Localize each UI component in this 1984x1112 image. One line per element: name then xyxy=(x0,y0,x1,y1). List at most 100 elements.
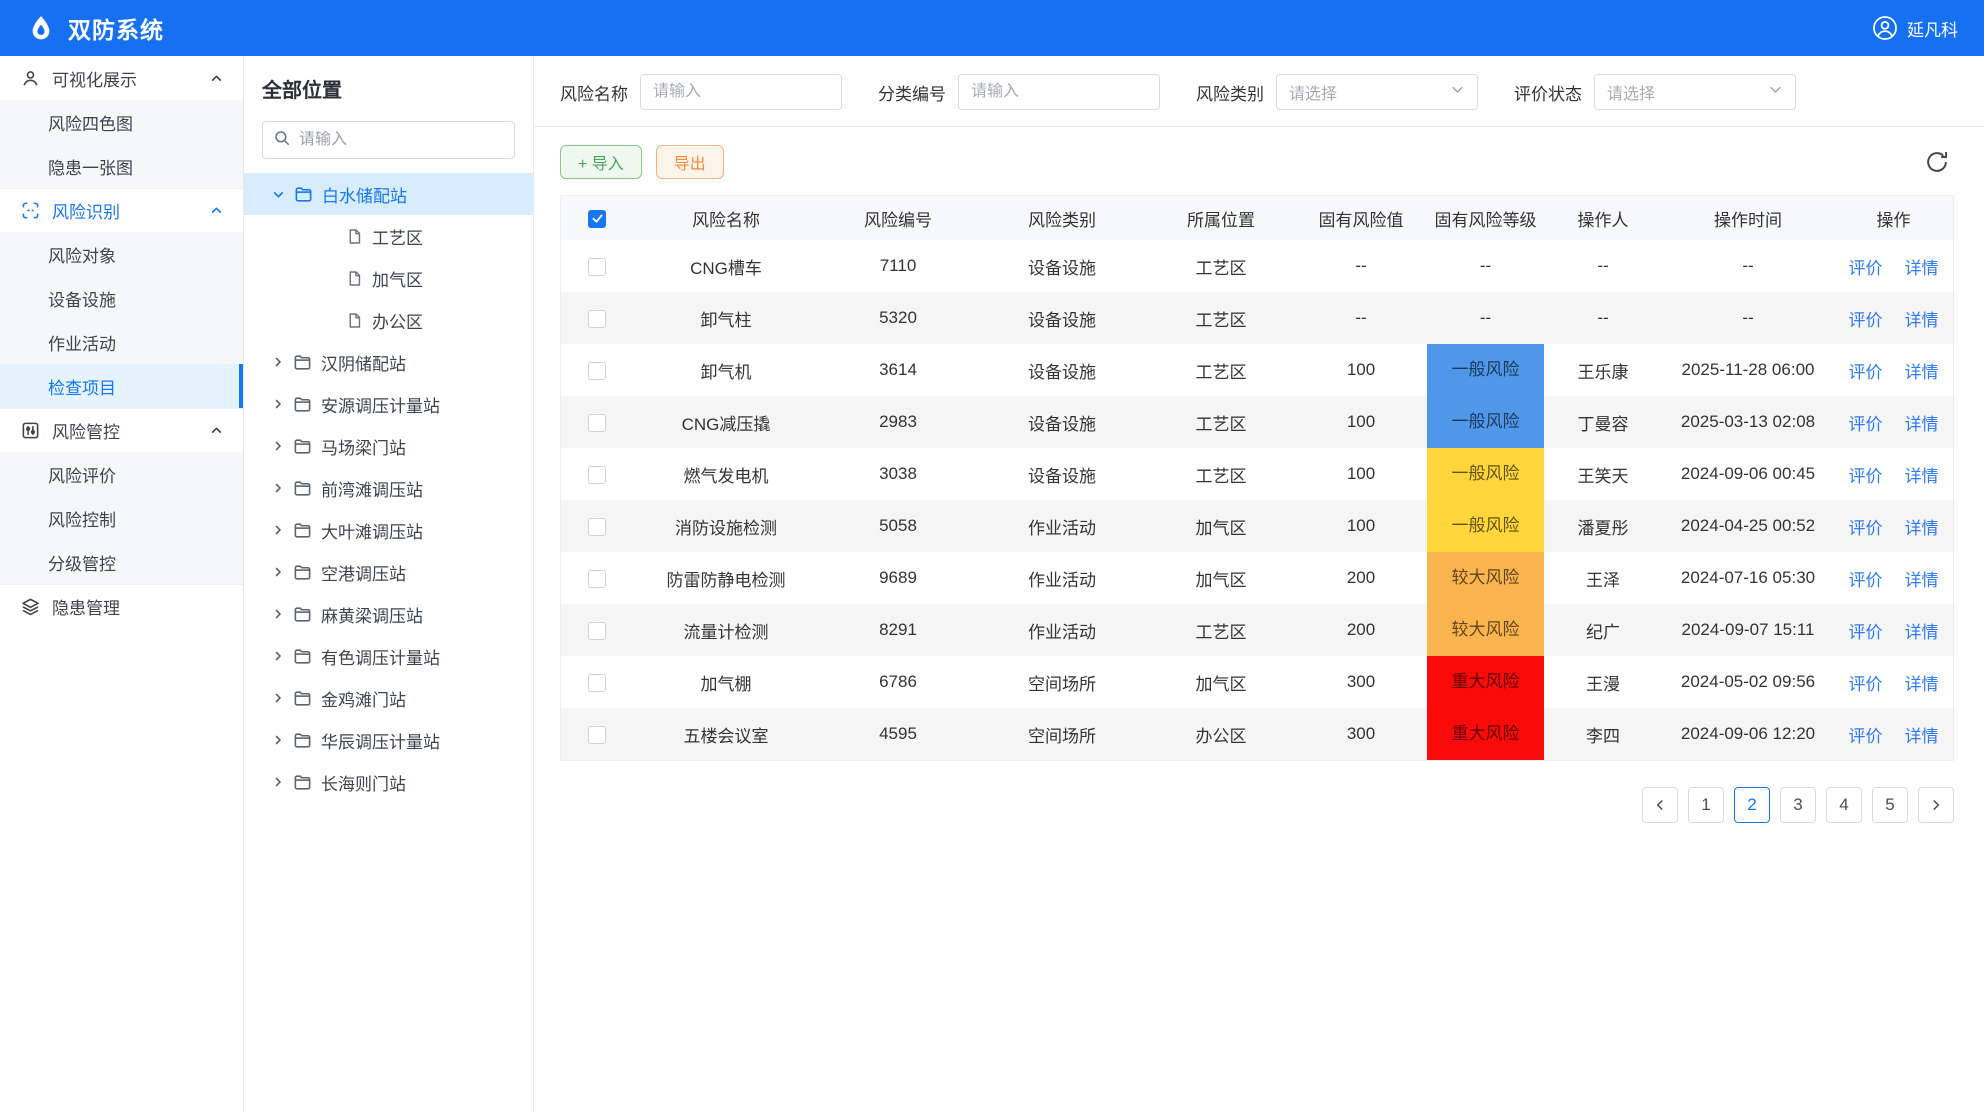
main-content: 风险名称分类编号风险类别请选择评价状态请选择 + 导入 导出 风险名称风险编号风… xyxy=(534,56,1984,1112)
detail-link[interactable]: 详情 xyxy=(1905,311,1939,330)
select-placeholder: 请选择 xyxy=(1289,80,1337,104)
sidebar-group-0[interactable]: 可视化展示 xyxy=(0,56,243,100)
chevron-up-icon xyxy=(210,204,223,217)
detail-link[interactable]: 详情 xyxy=(1905,415,1939,434)
tree-leaf-2[interactable]: 办公区 xyxy=(244,299,533,341)
cell-code: 6786 xyxy=(819,656,977,708)
tree-station-3[interactable]: 前湾滩调压站 xyxy=(244,467,533,509)
evaluate-link[interactable]: 评价 xyxy=(1849,623,1883,642)
sidebar-item-2-1[interactable]: 风险控制 xyxy=(0,496,243,540)
detail-link[interactable]: 详情 xyxy=(1905,623,1939,642)
tree-leaf-0[interactable]: 工艺区 xyxy=(244,215,533,257)
chevron-up-icon xyxy=(210,72,223,85)
page-button-1[interactable]: 1 xyxy=(1688,787,1724,823)
sidebar-item-1-0[interactable]: 风险对象 xyxy=(0,232,243,276)
filter-select-2[interactable]: 请选择 xyxy=(1276,74,1478,110)
evaluate-link[interactable]: 评价 xyxy=(1849,675,1883,694)
flame-logo-icon xyxy=(26,13,56,43)
tree-node-root[interactable]: 白水储配站 xyxy=(244,173,533,215)
evaluate-link[interactable]: 评价 xyxy=(1849,519,1883,538)
refresh-button[interactable] xyxy=(1920,145,1954,179)
detail-link[interactable]: 详情 xyxy=(1905,571,1939,590)
evaluate-link[interactable]: 评价 xyxy=(1849,415,1883,434)
evaluate-link[interactable]: 评价 xyxy=(1849,363,1883,382)
table-row: CNG减压撬2983设备设施工艺区100一般风险丁曼容2025-03-13 02… xyxy=(561,396,1953,448)
risk-table-wrap: 风险名称风险编号风险类别所属位置固有风险值固有风险等级操作人操作时间操作 CNG… xyxy=(560,195,1954,761)
cell-name: 流量计检测 xyxy=(633,604,819,656)
detail-link[interactable]: 详情 xyxy=(1905,467,1939,486)
cell-time: 2024-04-25 00:52 xyxy=(1662,500,1834,552)
filter-input-1[interactable] xyxy=(958,74,1160,110)
tree-station-8[interactable]: 金鸡滩门站 xyxy=(244,677,533,719)
row-checkbox[interactable] xyxy=(588,466,606,484)
user-menu[interactable]: 延凡科 xyxy=(1872,15,1958,41)
filter-group-0: 风险名称 xyxy=(560,74,842,110)
tree-station-1[interactable]: 安源调压计量站 xyxy=(244,383,533,425)
page-button-3[interactable]: 3 xyxy=(1780,787,1816,823)
select-all-checkbox[interactable] xyxy=(588,210,606,228)
sidebar-item-2-0[interactable]: 风险评价 xyxy=(0,452,243,496)
row-checkbox[interactable] xyxy=(588,414,606,432)
tree-station-10[interactable]: 长海则门站 xyxy=(244,761,533,803)
sidebar-item-1-2[interactable]: 作业活动 xyxy=(0,320,243,364)
sidebar-item-0-1[interactable]: 隐患一张图 xyxy=(0,144,243,188)
row-checkbox[interactable] xyxy=(588,726,606,744)
page-button-4[interactable]: 4 xyxy=(1826,787,1862,823)
table-row: 流量计检测8291作业活动工艺区200较大风险纪广2024-09-07 15:1… xyxy=(561,604,1953,656)
evaluate-link[interactable]: 评价 xyxy=(1849,311,1883,330)
import-button[interactable]: + 导入 xyxy=(560,145,642,179)
evaluate-link[interactable]: 评价 xyxy=(1849,467,1883,486)
sidebar-item-2-2[interactable]: 分级管控 xyxy=(0,540,243,584)
detail-link[interactable]: 详情 xyxy=(1905,519,1939,538)
page-button-2[interactable]: 2 xyxy=(1734,787,1770,823)
row-checkbox[interactable] xyxy=(588,674,606,692)
sidebar-item-0-0[interactable]: 风险四色图 xyxy=(0,100,243,144)
sidebar-group-2[interactable]: 风险管控 xyxy=(0,408,243,452)
risk-level-badge: 重大风险 xyxy=(1427,656,1544,708)
detail-link[interactable]: 详情 xyxy=(1905,675,1939,694)
column-header: 操作人 xyxy=(1544,196,1662,240)
cell-location: 工艺区 xyxy=(1147,292,1295,344)
next-page-button[interactable] xyxy=(1918,787,1954,823)
cell-actions: 评价 详情 xyxy=(1834,240,1953,292)
cell-actions: 评价 详情 xyxy=(1834,708,1953,760)
evaluate-link[interactable]: 评价 xyxy=(1849,727,1883,746)
evaluate-link[interactable]: 评价 xyxy=(1849,259,1883,278)
row-checkbox[interactable] xyxy=(588,258,606,276)
export-button[interactable]: 导出 xyxy=(656,145,724,179)
tree-station-6[interactable]: 麻黄梁调压站 xyxy=(244,593,533,635)
tree-search-input[interactable] xyxy=(299,131,504,149)
sidebar-item-1-3[interactable]: 检查项目 xyxy=(0,364,243,408)
table-row: CNG槽车7110设备设施工艺区--------评价详情 xyxy=(561,240,1953,292)
row-checkbox[interactable] xyxy=(588,622,606,640)
tree-leaf-1[interactable]: 加气区 xyxy=(244,257,533,299)
tree-station-0[interactable]: 汉阴储配站 xyxy=(244,341,533,383)
row-checkbox[interactable] xyxy=(588,570,606,588)
tree-station-4[interactable]: 大叶滩调压站 xyxy=(244,509,533,551)
sidebar-item-1-1[interactable]: 设备设施 xyxy=(0,276,243,320)
tree-station-7[interactable]: 有色调压计量站 xyxy=(244,635,533,677)
row-checkbox[interactable] xyxy=(588,310,606,328)
detail-link[interactable]: 详情 xyxy=(1905,363,1939,382)
folder-open-icon xyxy=(294,185,313,204)
row-checkbox[interactable] xyxy=(588,362,606,380)
row-checkbox-cell xyxy=(561,656,633,708)
sidebar-group-3[interactable]: 隐患管理 xyxy=(0,584,243,628)
cell-location: 办公区 xyxy=(1147,708,1295,760)
cell-level: 较大风险 xyxy=(1427,604,1544,656)
evaluate-link[interactable]: 评价 xyxy=(1849,571,1883,590)
prev-page-button[interactable] xyxy=(1642,787,1678,823)
row-checkbox-cell xyxy=(561,604,633,656)
filter-input-0[interactable] xyxy=(640,74,842,110)
sidebar-group-1[interactable]: 风险识别 xyxy=(0,188,243,232)
tree-station-9[interactable]: 华辰调压计量站 xyxy=(244,719,533,761)
tree-station-2[interactable]: 马场梁门站 xyxy=(244,425,533,467)
page-button-5[interactable]: 5 xyxy=(1872,787,1908,823)
cell-category: 作业活动 xyxy=(977,552,1147,604)
row-checkbox[interactable] xyxy=(588,518,606,536)
detail-link[interactable]: 详情 xyxy=(1905,727,1939,746)
filter-select-3[interactable]: 请选择 xyxy=(1594,74,1796,110)
tree-station-5[interactable]: 空港调压站 xyxy=(244,551,533,593)
detail-link[interactable]: 详情 xyxy=(1905,259,1939,278)
layers-icon xyxy=(20,597,40,617)
